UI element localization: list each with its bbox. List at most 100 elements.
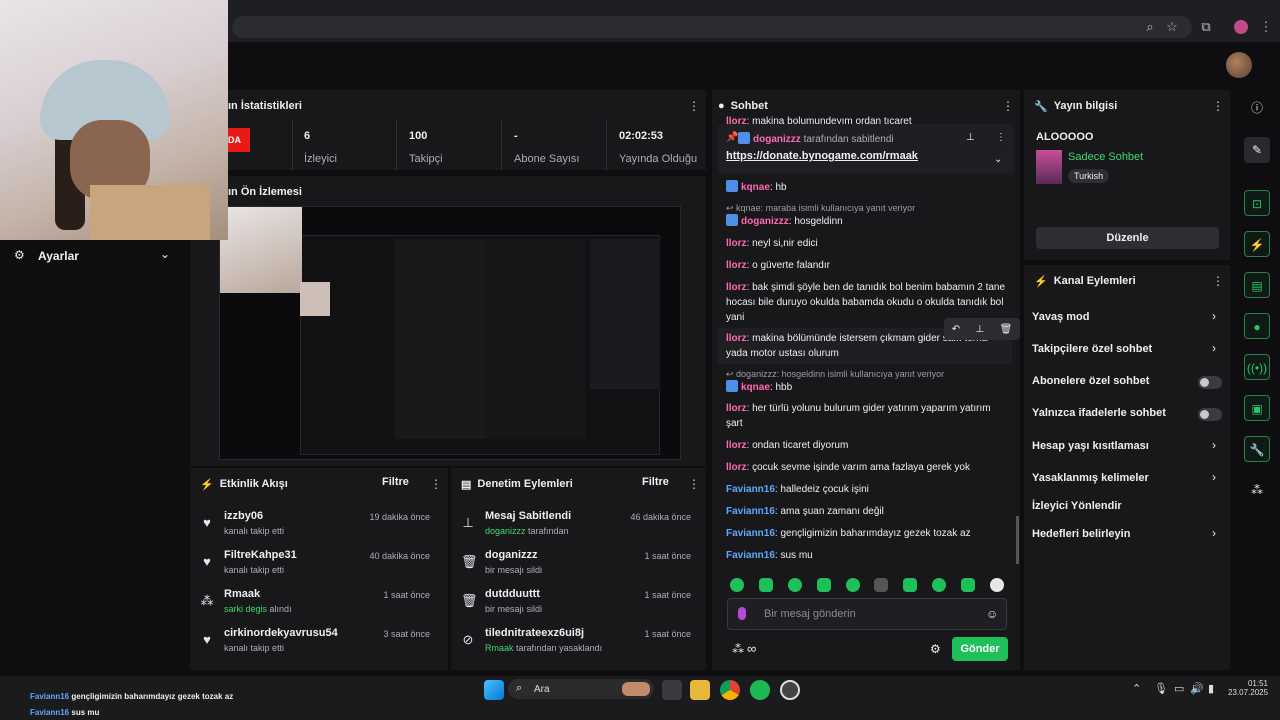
moderation-menu-icon[interactable]: ⋮ [688,477,700,491]
emote-icon[interactable] [932,578,946,592]
stream-info-menu-icon[interactable]: ⋮ [1212,99,1224,113]
extensions-icon[interactable]: ⁂ [1244,477,1270,503]
volume-icon[interactable]: 🔊 [1190,682,1204,695]
microphone-icon[interactable] [738,607,746,620]
chevron-right-icon[interactable]: › [1212,526,1216,540]
settings-row[interactable]: ⚙ Ayarlar ⌄ [0,240,190,270]
chat-message[interactable]: llorz: çocuk sevme işinde varım ama fazl… [726,460,1008,475]
stream-preview[interactable] [219,206,681,460]
emote-icon[interactable] [961,578,975,592]
chat-message[interactable]: llorz: her türlü yolunu bulurum gider ya… [726,401,1008,431]
chat-message[interactable]: doganizzz: hosgeldinn [726,214,1008,229]
address-bar[interactable] [232,16,1192,38]
emote-only-toggle[interactable] [1198,408,1222,421]
banned-words-item[interactable]: Yasaklanmış kelimeler [1032,472,1149,484]
scan-icon[interactable]: ⊡ [1244,190,1270,216]
emote-icon[interactable] [817,578,831,592]
emote-icon[interactable] [846,578,860,592]
slow-mode-item[interactable]: Yavaş mod [1032,311,1089,323]
emote-icon[interactable] [990,578,1004,592]
info-icon[interactable]: ⓘ [1244,95,1270,121]
file-explorer-icon[interactable] [690,680,710,700]
emote-icon[interactable] [874,578,888,592]
task-view-icon[interactable] [662,680,682,700]
goals-item[interactable]: Hedefleri belirleyin [1032,528,1130,540]
category-thumbnail [1036,150,1062,184]
channel-actions-menu-icon[interactable]: ⋮ [1212,274,1224,288]
emote-icon[interactable] [903,578,917,592]
pin-icon[interactable]: ⊥ [975,324,984,335]
chat-message[interactable]: Faviann16: gençligimizin baharımdayız ge… [726,526,1008,541]
bolt-icon[interactable]: ⚡ [1244,231,1270,257]
tray-chevron-icon[interactable]: ⌃ [1132,682,1141,695]
chat-menu-icon[interactable]: ⋮ [1002,99,1014,113]
activity-filter-button[interactable]: Filtre [382,476,409,488]
pinned-link[interactable]: https://donate.bynogame.com/rmaak [726,150,918,162]
extensions-icon[interactable]: ⧉ [1196,17,1216,37]
moderation-filter-button[interactable]: Filtre [642,476,669,488]
pinned-menu-icon[interactable]: ⋮ [996,132,1006,143]
emote-only-item: Yalnızca ifadelerle sohbet [1032,407,1166,419]
ban-icon: ⊘ [462,632,474,647]
emote-icon[interactable] [788,578,802,592]
emote-icon[interactable] [730,578,744,592]
obs-icon[interactable] [780,680,800,700]
browser-menu-icon[interactable]: ⋮ [1256,17,1276,37]
heart-icon: ♥ [203,554,211,569]
zoom-icon[interactable]: ⌕ [1140,17,1160,37]
chat-message[interactable]: kqnae: hb [726,180,1008,195]
chevron-right-icon[interactable]: › [1212,309,1216,323]
points-icon[interactable]: ⁂ [732,642,744,656]
reply-icon[interactable]: ↶ [952,324,960,335]
profile-icon[interactable] [1234,20,1248,34]
bookmark-star-icon[interactable]: ☆ [1162,17,1182,37]
raid-item[interactable]: İzleyici Yönlendir [1032,500,1122,512]
chat-message[interactable]: Faviann16: ama şuan zamanı değil [726,504,1008,519]
unpin-icon[interactable]: ⊥ [966,132,975,143]
moderation-panel: ▤ Denetim Eylemleri Filtre ⋮ ⊥ Mesaj Sabi… [451,468,706,670]
emoji-icon[interactable]: ☺ [986,607,998,621]
document-icon[interactable]: ▤ [1244,272,1270,298]
taskbar-search[interactable]: ⌕ Ara [508,679,654,699]
trash-icon[interactable]: 🗑 [1000,324,1013,335]
edit-button[interactable]: Düzenle [1036,227,1219,249]
followers-only-item[interactable]: Takipçilere özel sohbet [1032,343,1152,355]
spotify-icon[interactable] [750,680,770,700]
chat-icon[interactable]: ● [1244,313,1270,339]
chat-message[interactable]: kqnae: hbb [726,380,1008,395]
chevron-right-icon[interactable]: › [1212,438,1216,452]
chat-message[interactable]: llorz: ondan ticaret diyorum [726,438,1008,453]
subscribers-only-toggle[interactable] [1198,376,1222,389]
subscribers-only-item: Abonelere özel sohbet [1032,375,1150,387]
send-button[interactable]: Gönder [952,637,1008,661]
wrench-icon[interactable]: 🔧 [1244,436,1270,462]
chat-message[interactable]: Faviann16: halledeiz çocuk işini [726,482,1008,497]
chat-message[interactable]: Faviann16: sus mu [726,548,1008,563]
stats-menu-icon[interactable]: ⋮ [688,99,700,113]
account-age-item[interactable]: Hesap yaşı kısıtlaması [1032,440,1149,452]
chevron-right-icon[interactable]: › [1212,341,1216,355]
chevron-right-icon[interactable]: › [1212,470,1216,484]
chevron-down-icon[interactable]: ⌄ [994,154,1002,165]
microphone-icon[interactable]: 🎙 [1154,682,1168,695]
chrome-icon[interactable] [720,680,740,700]
category-link[interactable]: Sadece Sohbet [1068,151,1143,163]
chat-scrollbar[interactable] [1016,516,1019,564]
windows-start-icon[interactable] [484,680,504,700]
chat-settings-icon[interactable]: ⚙ [930,642,941,656]
chat-message[interactable]: llorz: neyl si,nir edici [726,236,1008,251]
infinity-label: ∞ [747,641,757,656]
clock[interactable]: 01:51 23.07.2025 [1228,679,1268,697]
network-icon[interactable]: ▭ [1174,682,1184,695]
broadcast-icon[interactable]: ((•)) [1244,354,1270,380]
chat-message[interactable]: llorz: o güverte falandır [726,258,1008,273]
activity-menu-icon[interactable]: ⋮ [430,477,442,491]
battery-icon[interactable]: ▮ [1208,682,1214,695]
pencil-icon[interactable]: ✎ [1244,137,1270,163]
emote-icon[interactable] [759,578,773,592]
document-icon: ▤ [461,478,472,491]
layout-icon[interactable]: ▣ [1244,395,1270,421]
chat-input[interactable]: Bir mesaj gönderin ☺ [727,598,1007,630]
pinned-message[interactable]: 📌 doganizzz tarafından sabitlendi https:… [718,124,1014,174]
user-avatar[interactable] [1226,52,1252,78]
